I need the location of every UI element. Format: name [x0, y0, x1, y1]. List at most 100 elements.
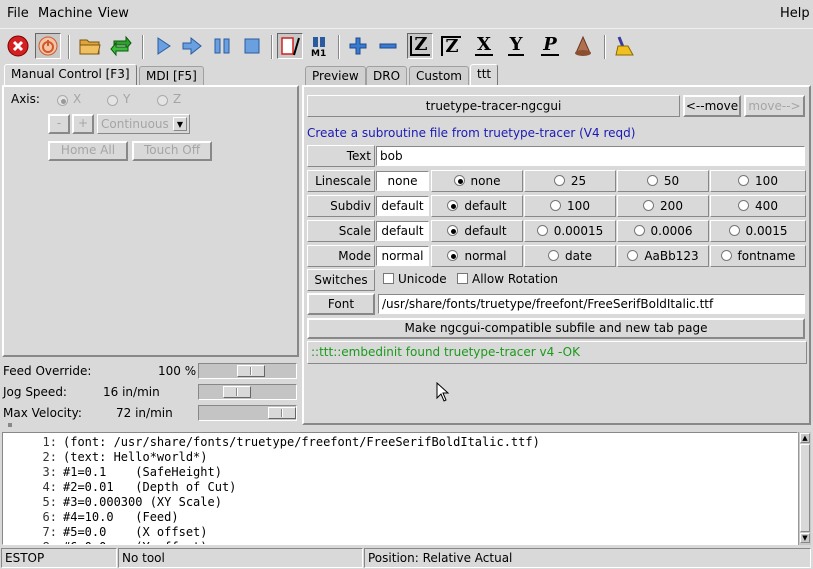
view-y-button[interactable]: Y: [503, 33, 529, 59]
touch-off-button[interactable]: Touch Off: [132, 141, 212, 161]
scroll-down-icon[interactable]: ▼: [800, 533, 810, 543]
move-left-button[interactable]: <--move: [683, 95, 741, 117]
zoom-in-button[interactable]: [345, 33, 371, 59]
subdiv-radio[interactable]: [447, 200, 459, 211]
max-velocity-slider[interactable]: [198, 405, 297, 421]
feed-override-thumb[interactable]: [237, 365, 265, 377]
allow-rotation-label: Allow Rotation: [472, 272, 559, 286]
scroll-thumb[interactable]: [800, 444, 810, 532]
block-delete-button[interactable]: [277, 33, 303, 59]
max-velocity-thumb[interactable]: [268, 407, 296, 419]
subdiv-option[interactable]: default: [431, 195, 523, 217]
estop-button[interactable]: [5, 33, 31, 59]
scale-option[interactable]: 0.00015: [524, 220, 616, 242]
unicode-checkbox[interactable]: Unicode: [383, 269, 447, 289]
subdiv-radio[interactable]: [550, 200, 562, 211]
view-x-button[interactable]: X: [471, 33, 497, 59]
menu-view[interactable]: View: [98, 6, 129, 21]
menu-file[interactable]: File: [7, 6, 29, 21]
clear-plot-button[interactable]: [611, 33, 637, 59]
mode-value[interactable]: normal: [376, 246, 429, 266]
scale-radio[interactable]: [633, 225, 645, 236]
pause-button[interactable]: [209, 33, 235, 59]
scale-option[interactable]: 0.0015: [710, 220, 806, 242]
tab-manual-control[interactable]: Manual Control [F3]: [4, 64, 137, 86]
linescale-label: Linescale: [307, 170, 375, 192]
jog-speed-slider[interactable]: [198, 384, 297, 400]
scale-option[interactable]: 0.0006: [617, 220, 709, 242]
feed-override-slider[interactable]: [198, 363, 297, 379]
machine-power-button[interactable]: [35, 33, 61, 59]
font-button[interactable]: Font: [307, 293, 375, 315]
run-button[interactable]: [150, 33, 176, 59]
mode-option[interactable]: fontname: [710, 245, 806, 267]
menu-help[interactable]: Help: [780, 6, 810, 21]
scale-option[interactable]: default: [431, 220, 523, 242]
tab-ttt[interactable]: ttt: [470, 64, 499, 86]
rotate-view-button[interactable]: [570, 33, 596, 59]
linescale-value[interactable]: none: [376, 171, 429, 191]
make-subfile-button[interactable]: Make ngcgui-compatible subfile and new t…: [307, 318, 805, 339]
axis-z-radio[interactable]: [157, 95, 168, 106]
linescale-option[interactable]: none: [431, 170, 523, 192]
mode-option[interactable]: date: [524, 245, 616, 267]
subdiv-option[interactable]: 400: [710, 195, 806, 217]
font-path-input[interactable]: /usr/share/fonts/truetype/freefont/FreeS…: [378, 294, 805, 314]
view-z-button[interactable]: Z: [407, 33, 433, 59]
jog-increment-select[interactable]: Continuous ▼: [97, 114, 190, 134]
scroll-up-icon[interactable]: ▲: [800, 433, 810, 443]
linescale-option[interactable]: 25: [524, 170, 616, 192]
scale-radio[interactable]: [536, 225, 548, 236]
reload-button[interactable]: [108, 33, 134, 59]
stop-button[interactable]: [239, 33, 265, 59]
scale-radio[interactable]: [447, 225, 459, 236]
axis-y-radio[interactable]: [107, 95, 118, 106]
code-line: 2: (text: Hello*world*): [7, 450, 208, 465]
linescale-option[interactable]: 50: [617, 170, 709, 192]
jog-minus-button[interactable]: -: [48, 114, 70, 134]
mode-option[interactable]: AaBb123: [617, 245, 709, 267]
text-input[interactable]: bob: [376, 146, 805, 166]
tab-mdi[interactable]: MDI [F5]: [139, 66, 204, 85]
mode-radio[interactable]: [547, 250, 559, 261]
subdiv-option[interactable]: 100: [524, 195, 616, 217]
mode-radio[interactable]: [447, 250, 459, 261]
linescale-radio[interactable]: [646, 175, 658, 186]
allow-rotation-checkbox[interactable]: Allow Rotation: [457, 269, 558, 289]
scale-radio[interactable]: [728, 225, 740, 236]
mode-option[interactable]: normal: [431, 245, 523, 267]
mode-radio[interactable]: [627, 250, 639, 261]
code-scrollbar[interactable]: ▲ ▼: [798, 432, 811, 545]
subdiv-value[interactable]: default: [376, 196, 429, 216]
jog-speed-thumb[interactable]: [223, 386, 251, 398]
tab-preview[interactable]: Preview: [305, 66, 366, 85]
gcode-text-area[interactable]: 1: (font: /usr/share/fonts/truetype/freef…: [2, 432, 798, 545]
step-button[interactable]: [179, 33, 205, 59]
unicode-check-box[interactable]: [383, 273, 394, 284]
open-file-button[interactable]: [77, 33, 103, 59]
axis-x-radio[interactable]: [57, 95, 68, 106]
optional-stop-button[interactable]: M1: [306, 33, 332, 59]
line-text: #3=0.000300 (XY Scale): [63, 495, 222, 509]
pane-grip[interactable]: [8, 423, 12, 427]
linescale-radio[interactable]: [453, 175, 465, 186]
menu-machine[interactable]: Machine: [38, 6, 92, 21]
allow-rotation-check-box[interactable]: [457, 273, 468, 284]
subdiv-option-label: 100: [567, 199, 590, 213]
linescale-radio[interactable]: [738, 175, 750, 186]
subdiv-option[interactable]: 200: [617, 195, 709, 217]
zoom-out-button[interactable]: [375, 33, 401, 59]
home-all-button[interactable]: Home All: [48, 141, 128, 161]
jog-plus-button[interactable]: +: [72, 114, 94, 134]
view-p-button[interactable]: P: [537, 33, 563, 59]
linescale-option[interactable]: 100: [710, 170, 806, 192]
view-z2-button[interactable]: Z: [438, 33, 464, 59]
tab-dro[interactable]: DRO: [366, 66, 408, 85]
subdiv-radio[interactable]: [643, 200, 655, 211]
subdiv-radio[interactable]: [738, 200, 750, 211]
move-right-button[interactable]: move-->: [744, 95, 805, 117]
mode-radio[interactable]: [720, 250, 732, 261]
scale-value[interactable]: default: [376, 221, 429, 241]
linescale-radio[interactable]: [553, 175, 565, 186]
tab-custom[interactable]: Custom: [409, 66, 469, 85]
